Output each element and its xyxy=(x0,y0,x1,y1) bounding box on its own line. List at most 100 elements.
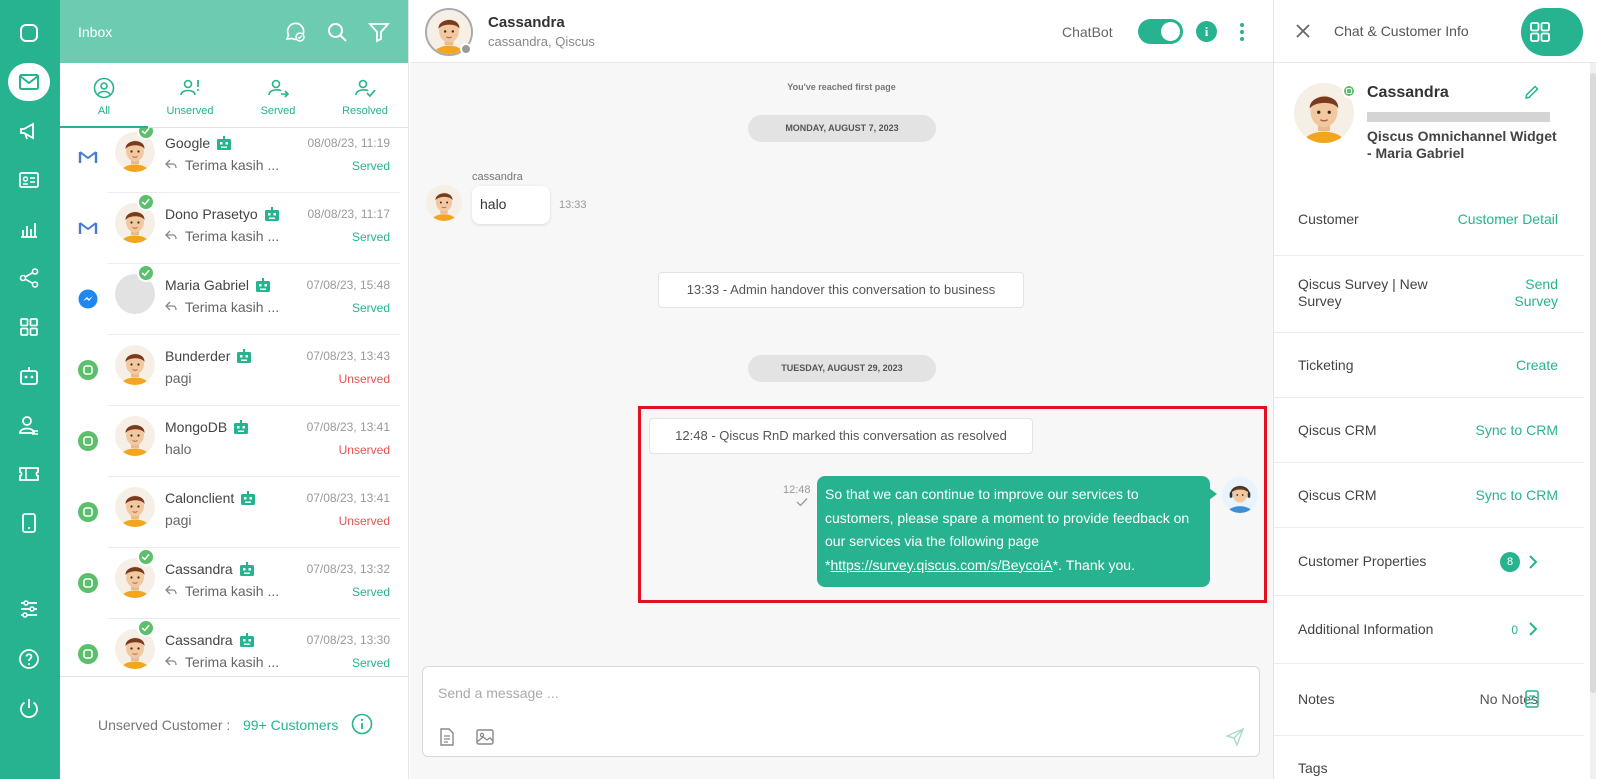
room-item[interactable]: Calonclient 07/08/23, 13:41 pagi Unserve… xyxy=(60,477,400,548)
qiscus-channel-icon xyxy=(78,360,98,380)
redacted-field xyxy=(1367,112,1550,122)
chat-header: Cassandra cassandra, Qiscus ChatBot i xyxy=(410,0,1273,63)
online-status-dot xyxy=(460,43,472,55)
info-icon[interactable]: i xyxy=(1196,21,1217,42)
agent-icon[interactable] xyxy=(8,406,50,444)
room-item[interactable]: Dono Prasetyo 08/08/23, 11:17 Terima kas… xyxy=(60,193,400,264)
additional-information-count: 0 xyxy=(1511,623,1518,637)
room-item[interactable]: Bunderder 07/08/23, 13:43 pagi Unserved xyxy=(60,335,400,406)
gmail-icon xyxy=(78,147,98,167)
room-status: Unserved xyxy=(338,443,390,457)
first-page-notice: You've reached first page xyxy=(787,82,896,92)
tab-unserved[interactable]: Unserved xyxy=(154,77,226,117)
send-survey-button[interactable]: Send Survey xyxy=(1506,276,1558,310)
room-status: Unserved xyxy=(338,372,390,386)
tab-served[interactable]: Served xyxy=(242,77,314,117)
apps-icon[interactable] xyxy=(8,308,50,346)
room-preview: Terima kasih ... xyxy=(165,654,279,670)
resolved-check-icon xyxy=(137,619,155,637)
room-time: 08/08/23, 11:17 xyxy=(307,207,390,221)
bot-icon[interactable] xyxy=(8,357,50,395)
room-name: Bunderder xyxy=(165,348,252,364)
inbox-title: Inbox xyxy=(78,23,113,40)
close-icon[interactable] xyxy=(1294,22,1312,40)
chat-icon[interactable] xyxy=(8,14,50,52)
gmail-icon xyxy=(78,218,98,238)
document-icon[interactable] xyxy=(437,727,457,747)
tab-served-label: Served xyxy=(260,105,296,117)
properties-count-badge: 8 xyxy=(1500,552,1520,572)
reply-icon xyxy=(165,229,177,241)
broadcast-icon[interactable] xyxy=(8,112,50,150)
customer-info-title: Chat & Customer Info xyxy=(1334,23,1469,39)
customer-detail-button[interactable]: Customer Detail xyxy=(1458,211,1558,228)
message-input[interactable] xyxy=(438,685,1138,701)
additional-information-row[interactable]: Additional Information 0 xyxy=(1274,596,1584,664)
bot-icon xyxy=(255,278,271,292)
logout-icon[interactable] xyxy=(8,689,50,727)
messenger-icon xyxy=(78,289,98,309)
tab-resolved[interactable]: Resolved xyxy=(329,77,401,117)
room-status: Served xyxy=(351,159,390,173)
more-options-icon[interactable] xyxy=(1238,22,1246,42)
search-icon[interactable] xyxy=(325,20,349,44)
info-icon[interactable] xyxy=(351,713,373,735)
image-icon[interactable] xyxy=(475,727,495,747)
customer-info-header: Chat & Customer Info xyxy=(1274,0,1597,63)
room-name: Google xyxy=(165,135,232,151)
survey-link[interactable]: https://survey.qiscus.com/s/BeycoiA xyxy=(830,557,1052,573)
qiscus-channel-icon xyxy=(78,573,98,593)
date-separator: TUESDAY, AUGUST 29, 2023 xyxy=(748,355,936,382)
reply-icon xyxy=(165,300,177,312)
integration-icon[interactable] xyxy=(8,259,50,297)
room-time: 07/08/23, 13:30 xyxy=(306,633,390,647)
resolved-check-icon xyxy=(137,193,155,211)
help-icon[interactable] xyxy=(8,640,50,678)
filter-icon[interactable] xyxy=(367,20,391,44)
tab-unserved-label: Unserved xyxy=(166,105,214,117)
reply-icon xyxy=(165,158,177,170)
resolved-check-icon xyxy=(137,548,155,566)
sync-crm-button[interactable]: Sync to CRM xyxy=(1476,422,1558,439)
edit-icon[interactable] xyxy=(1523,83,1541,101)
inbox-icon[interactable] xyxy=(8,63,50,101)
contacts-icon[interactable] xyxy=(8,161,50,199)
qiscus-channel-icon xyxy=(1342,84,1356,98)
ticket-icon[interactable] xyxy=(8,455,50,493)
customer-avatar xyxy=(426,185,462,221)
customer-properties-label: Customer Properties xyxy=(1298,553,1427,569)
mobile-icon[interactable] xyxy=(8,504,50,542)
incoming-message[interactable]: halo xyxy=(472,186,550,224)
analytics-icon[interactable] xyxy=(8,210,50,248)
settings-icon[interactable] xyxy=(8,590,50,628)
inbox-tabs: All Unserved Served Resolved xyxy=(60,63,408,128)
room-item[interactable]: Google 08/08/23, 11:19 Terima kasih ... … xyxy=(60,128,400,193)
outgoing-message[interactable]: So that we can continue to improve our s… xyxy=(817,476,1217,587)
room-preview: Terima kasih ... xyxy=(165,157,279,173)
panel-scrollbar[interactable] xyxy=(1590,63,1596,779)
send-icon[interactable] xyxy=(1225,727,1245,747)
chat-customer-subtitle: cassandra, Qiscus xyxy=(488,34,595,49)
apps-grid-button[interactable] xyxy=(1521,8,1583,56)
unserved-customer-count[interactable]: 99+ Customers xyxy=(243,717,338,733)
sync-crm-button[interactable]: Sync to CRM xyxy=(1476,487,1558,504)
survey-row: Qiscus Survey | New Survey Send Survey xyxy=(1274,256,1584,333)
qiscus-channel-icon xyxy=(78,502,98,522)
bot-chat-icon[interactable] xyxy=(283,20,307,44)
message-time: 13:33 xyxy=(559,199,587,211)
chevron-right-icon[interactable] xyxy=(1528,622,1538,636)
create-ticket-button[interactable]: Create xyxy=(1516,357,1558,374)
chevron-right-icon[interactable] xyxy=(1528,555,1538,569)
room-item[interactable]: Maria Gabriel 07/08/23, 15:48 Terima kas… xyxy=(60,264,400,335)
notes-icon[interactable] xyxy=(1524,690,1540,708)
room-item[interactable]: MongoDB 07/08/23, 13:41 halo Unserved xyxy=(60,406,400,477)
room-item[interactable]: Cassandra 07/08/23, 13:32 Terima kasih .… xyxy=(60,548,400,619)
chatbot-toggle[interactable] xyxy=(1138,19,1183,44)
chat-panel: Cassandra cassandra, Qiscus ChatBot i Yo… xyxy=(410,0,1273,779)
tab-all[interactable]: All xyxy=(68,77,140,117)
main-nav xyxy=(0,0,60,779)
system-message: 13:33 - Admin handover this conversation… xyxy=(658,272,1024,308)
additional-information-label: Additional Information xyxy=(1298,621,1434,637)
room-item[interactable]: Cassandra 07/08/23, 13:30 Terima kasih .… xyxy=(60,619,400,676)
customer-properties-row[interactable]: Customer Properties 8 xyxy=(1274,528,1584,596)
